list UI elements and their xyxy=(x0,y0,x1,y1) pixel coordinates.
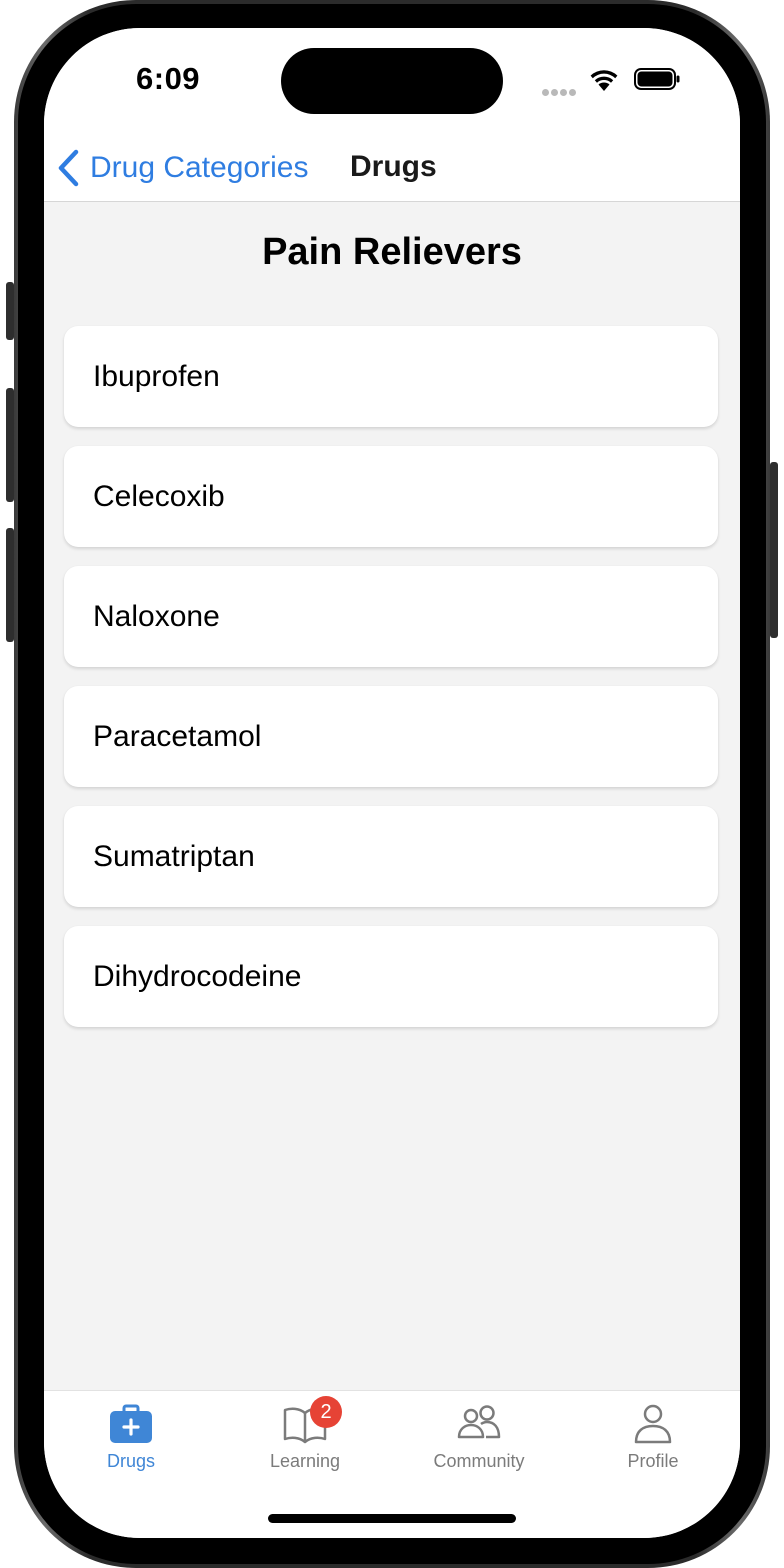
home-indicator[interactable] xyxy=(268,1514,516,1523)
drug-item-naloxone[interactable]: Naloxone xyxy=(64,566,718,667)
tab-label: Drugs xyxy=(106,1451,155,1471)
drug-name: Celecoxib xyxy=(93,479,225,513)
drug-name: Ibuprofen xyxy=(93,359,220,393)
drug-item-ibuprofen[interactable]: Ibuprofen xyxy=(64,326,718,427)
drug-item-sumatriptan[interactable]: Sumatriptan xyxy=(64,806,718,907)
drug-name: Paracetamol xyxy=(93,719,262,753)
person-icon xyxy=(634,1404,672,1444)
medical-kit-icon xyxy=(110,1404,152,1443)
tab-label: Community xyxy=(433,1451,525,1471)
tab-learning[interactable]: 2 Learning xyxy=(218,1391,392,1491)
drug-item-paracetamol[interactable]: Paracetamol xyxy=(64,686,718,787)
status-bar: 6:09 xyxy=(44,28,740,128)
people-icon xyxy=(457,1405,501,1439)
drug-list: Ibuprofen Celecoxib Naloxone Paracetamol… xyxy=(64,326,718,1046)
drug-name: Naloxone xyxy=(93,599,220,633)
wifi-icon xyxy=(590,70,618,91)
drug-item-celecoxib[interactable]: Celecoxib xyxy=(64,446,718,547)
volume-up-button xyxy=(6,388,14,502)
back-button-label: Drug Categories xyxy=(90,151,309,184)
drug-item-dihydrocodeine[interactable]: Dihydrocodeine xyxy=(64,926,718,1027)
status-time: 6:09 xyxy=(136,61,201,96)
power-button xyxy=(770,462,778,638)
battery-icon xyxy=(634,68,680,90)
page-title: Pain Relievers xyxy=(262,231,522,273)
tab-profile[interactable]: Profile xyxy=(566,1391,740,1491)
navigation-bar: Drug Categories Drugs xyxy=(44,128,740,202)
tab-label: Learning xyxy=(269,1451,341,1471)
dynamic-island xyxy=(281,48,503,114)
notification-badge: 2 xyxy=(310,1396,342,1428)
nav-title: Drugs xyxy=(350,150,437,183)
tab-community[interactable]: Community xyxy=(392,1391,566,1491)
back-button[interactable]: Drug Categories xyxy=(56,148,308,188)
drug-name: Sumatriptan xyxy=(93,839,255,873)
chevron-left-icon xyxy=(58,149,79,187)
app-screen: 6:09 Drug Categories Drugs Pain Reliever… xyxy=(44,28,740,1538)
tab-label: Profile xyxy=(627,1451,679,1471)
drug-name: Dihydrocodeine xyxy=(93,959,302,993)
tab-drugs[interactable]: Drugs xyxy=(44,1391,218,1491)
volume-down-button xyxy=(6,528,14,642)
action-button xyxy=(6,282,14,340)
cellular-signal-icon xyxy=(542,83,580,96)
